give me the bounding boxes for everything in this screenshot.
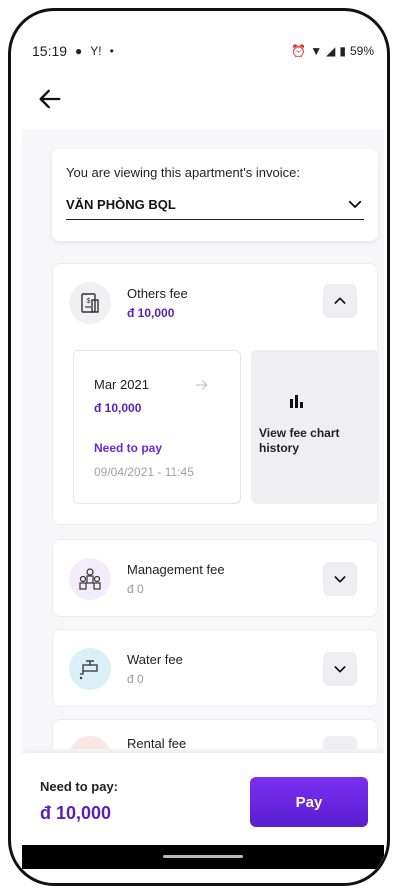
dot-icon: •	[109, 44, 114, 58]
alarm-icon: ⏰	[291, 44, 307, 58]
payment-footer: Need to pay: đ 10,000 Pay	[22, 753, 384, 845]
expand-button[interactable]	[323, 652, 357, 686]
receipt-icon: $	[69, 282, 111, 324]
phone-frame: 15:19 ● Y! • ⏰ ▼ ◢ ▮ 59% You are viewing…	[8, 8, 390, 886]
expand-button[interactable]	[323, 736, 357, 749]
fee-name: Others fee	[127, 286, 188, 301]
home-gesture-pill[interactable]	[163, 855, 243, 858]
status-time: 15:19	[32, 43, 68, 59]
total-amount: đ 10,000	[40, 803, 112, 823]
chart-history-label: View fee chart history	[259, 426, 340, 455]
fee-name: Rental fee	[127, 736, 187, 749]
svg-text:$: $	[87, 298, 91, 305]
signal-icon: ◢	[326, 44, 336, 58]
selector-label: You are viewing this apartment's invoice…	[66, 165, 300, 180]
expand-button[interactable]	[323, 562, 357, 596]
chevron-up-icon	[334, 297, 346, 304]
key-icon	[69, 736, 111, 749]
back-arrow-icon[interactable]	[36, 85, 64, 113]
need-to-pay-label: Need to pay:	[40, 779, 119, 794]
invoice-amount: đ 10,000	[94, 401, 142, 415]
fee-card-water[interactable]: Water fee đ 0	[52, 629, 378, 707]
fee-card-rental[interactable]: Rental fee	[52, 719, 378, 749]
arrow-right-icon	[196, 380, 208, 390]
selector-underline	[66, 219, 364, 220]
invoice-status: Need to pay	[94, 441, 163, 455]
pay-button[interactable]: Pay	[250, 777, 368, 827]
bar-chart-icon	[290, 395, 303, 408]
system-nav-bar	[22, 845, 384, 869]
battery-icon: ▮	[339, 44, 346, 58]
invoice-card[interactable]: Mar 2021 đ 10,000 Need to pay 09/04/2021…	[73, 350, 241, 504]
chevron-down-icon[interactable]	[346, 195, 364, 213]
app-screen: 15:19 ● Y! • ⏰ ▼ ◢ ▮ 59% You are viewing…	[22, 29, 384, 869]
fee-amount: đ 10,000	[127, 306, 175, 320]
chevron-down-icon	[334, 666, 346, 673]
status-bar: 15:19 ● Y! • ⏰ ▼ ◢ ▮ 59%	[22, 29, 384, 73]
selector-value[interactable]: VĂN PHÒNG BQL	[66, 197, 176, 212]
collapse-button[interactable]	[323, 284, 357, 318]
view-chart-history-button[interactable]: View fee chart history	[251, 350, 379, 504]
battery-percent: 59%	[349, 44, 374, 58]
fee-card-others: $ Others fee đ 10,000 Mar 2021 đ 10,000 …	[52, 263, 379, 525]
top-app-bar	[22, 73, 384, 129]
fee-name: Management fee	[127, 562, 225, 577]
fee-name: Water fee	[127, 652, 183, 667]
people-icon	[69, 558, 111, 600]
fee-card-management[interactable]: Management fee đ 0	[52, 539, 378, 617]
apartment-selector[interactable]: You are viewing this apartment's invoice…	[52, 149, 378, 241]
scroll-content[interactable]: You are viewing this apartment's invoice…	[22, 129, 384, 749]
yahoo-icon: Y!	[90, 44, 102, 58]
water-tap-icon	[69, 648, 111, 690]
wifi-icon: ▼	[310, 44, 323, 58]
chat-icon: ●	[75, 44, 83, 58]
chevron-down-icon	[334, 576, 346, 583]
fee-amount: đ 0	[127, 672, 144, 686]
invoice-date: 09/04/2021 - 11:45	[94, 465, 194, 479]
invoice-month: Mar 2021	[94, 377, 149, 392]
fee-amount: đ 0	[127, 582, 144, 596]
